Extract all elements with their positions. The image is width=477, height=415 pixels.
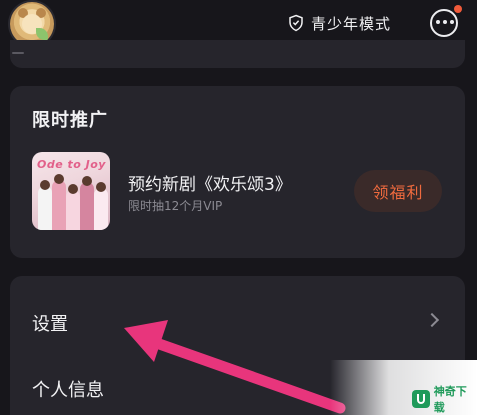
avatar-leaf — [36, 28, 48, 40]
teen-mode-button[interactable]: 青少年模式 — [287, 11, 391, 35]
watermark-text: 神奇下载 — [433, 385, 467, 414]
previous-card-edge — [12, 52, 24, 54]
poster-figure — [52, 180, 66, 230]
chevron-right-icon — [424, 312, 440, 328]
poster-figure — [94, 188, 108, 230]
watermark-logo-icon — [412, 390, 430, 408]
watermark: 神奇下载 — [412, 385, 477, 414]
poster-logo: Ode to Joy — [37, 158, 106, 171]
drama-poster[interactable]: Ode to Joy — [32, 152, 110, 230]
poster-head — [54, 174, 64, 184]
poster-figure — [80, 182, 94, 230]
poster-head — [96, 182, 106, 192]
settings-label: 设置 — [32, 314, 68, 335]
poster-figure — [66, 190, 80, 230]
poster-head — [82, 176, 92, 186]
drama-title: 预约新剧《欢乐颂3》 — [128, 175, 292, 195]
previous-card — [10, 40, 465, 68]
poster-figure — [38, 186, 52, 230]
promo-subtitle: 限时抽12个月VIP — [128, 199, 223, 213]
promo-card: 限时推广 Ode to Joy 预约新剧《欢乐颂3》 限时抽12个月VIP 领福… — [10, 86, 465, 258]
poster-head — [68, 184, 78, 194]
chat-dots — [436, 20, 454, 24]
personal-info-label: 个人信息 — [32, 380, 104, 401]
promo-title: 限时推广 — [32, 110, 108, 131]
notification-badge — [454, 5, 462, 13]
shield-icon — [289, 14, 303, 32]
poster-head — [40, 180, 50, 190]
claim-benefit-button[interactable]: 领福利 — [354, 170, 442, 212]
message-button[interactable] — [430, 5, 462, 37]
teen-mode-label: 青少年模式 — [311, 14, 392, 33]
